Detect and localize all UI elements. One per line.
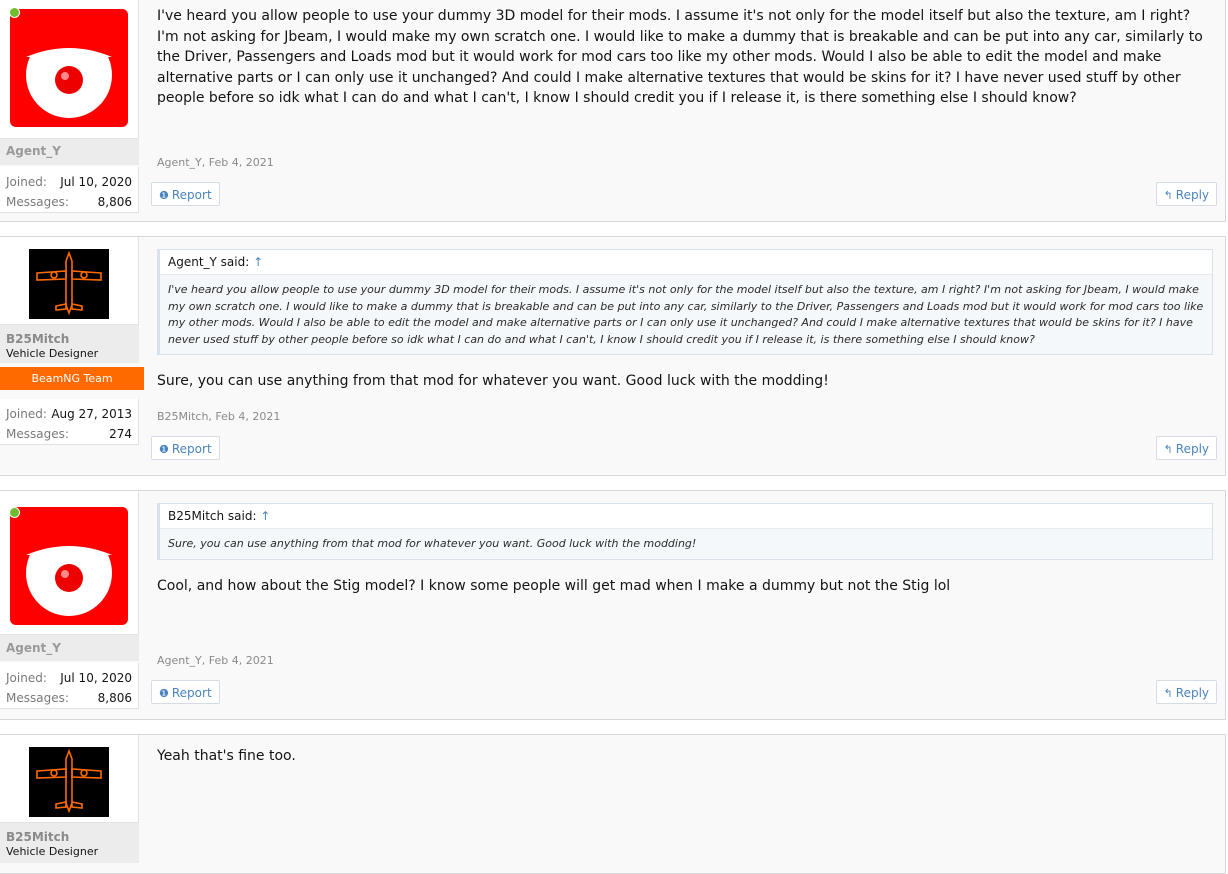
post: B25Mitch Vehicle Designer BeamNG Team Jo… [0, 236, 1226, 476]
reply-label: Reply [1175, 686, 1209, 700]
reply-button[interactable]: ↰ Reply [1155, 182, 1217, 206]
avatar-image [29, 249, 109, 319]
reply-label: Reply [1175, 442, 1209, 456]
messages-label: Messages: [6, 427, 69, 441]
message-content: I've heard you allow people to use your … [157, 0, 1213, 109]
message-content: Yeah that's fine too. [157, 735, 1213, 767]
report-label: Report [171, 686, 212, 700]
post: Agent_Y Joined: Jul 10, 2020 Messages: 8,8… [0, 490, 1226, 720]
quote-text: Sure, you can use anything from that mod… [160, 529, 1212, 559]
joined-label: Joined: [6, 671, 47, 685]
avatar[interactable] [0, 491, 139, 635]
avatar-image [29, 747, 109, 817]
message-user-info: B25Mitch Vehicle Designer [0, 735, 139, 873]
user-title: Vehicle Designer [6, 845, 99, 858]
reply-button[interactable]: ↰ Reply [1155, 680, 1217, 704]
reply-label: Reply [1175, 188, 1209, 202]
user-title: Vehicle Designer [6, 347, 99, 360]
messages-label: Messages: [6, 691, 69, 705]
reply-arrow-icon: ↰ [1163, 189, 1173, 202]
online-status-icon [9, 7, 20, 18]
message-user-info: B25Mitch Vehicle Designer BeamNG Team Jo… [0, 237, 144, 475]
message-content: B25Mitch said: ↑ Sure, you can use anyth… [157, 491, 1213, 596]
reply-arrow-icon: ↰ [1163, 443, 1173, 456]
joined-label: Joined: [6, 407, 47, 421]
message-user-info: Agent_Y Joined: Jul 10, 2020 Messages: 8,8… [0, 0, 139, 221]
messages-label: Messages: [6, 195, 69, 209]
quote-jump-link[interactable]: ↑ [260, 509, 270, 523]
username[interactable]: Agent_Y [6, 641, 139, 655]
joined-label: Joined: [6, 175, 47, 189]
user-stats: Joined: Jul 10, 2020 Messages: 8,806 [0, 663, 139, 709]
reply-arrow-icon: ↰ [1163, 687, 1173, 700]
username-box: Agent_Y [0, 139, 139, 165]
quote-text: I've heard you allow people to use your … [160, 275, 1212, 354]
report-button[interactable]: ❶ Report [151, 182, 220, 206]
avatar[interactable] [0, 0, 139, 139]
message-text: Sure, you can use anything from that mod… [157, 373, 829, 389]
report-label: Report [171, 188, 212, 202]
avatar-image [10, 9, 128, 127]
quote-author: Agent_Y said: [168, 255, 250, 269]
team-badge: BeamNG Team [0, 367, 144, 390]
quote-jump-link[interactable]: ↑ [253, 255, 263, 269]
username[interactable]: Agent_Y [6, 144, 139, 158]
joined-date: Jul 10, 2020 [60, 671, 132, 685]
reply-button[interactable]: ↰ Reply [1155, 436, 1217, 460]
quote-block: B25Mitch said: ↑ Sure, you can use anyth… [157, 503, 1213, 560]
report-button[interactable]: ❶ Report [151, 436, 220, 460]
avatar[interactable] [0, 237, 139, 325]
quote-header: Agent_Y said: ↑ [160, 250, 1212, 275]
user-stats: Joined: Jul 10, 2020 Messages: 8,806 [0, 167, 139, 213]
username-box: Agent_Y [0, 635, 139, 661]
online-status-icon [9, 507, 20, 518]
message-text: I've heard you allow people to use your … [157, 8, 1203, 106]
info-circle-icon: ❶ [159, 189, 169, 202]
info-circle-icon: ❶ [159, 443, 169, 456]
message-meta[interactable]: Agent_Y, Feb 4, 2021 [157, 156, 274, 169]
message-content: Agent_Y said: ↑ I've heard you allow peo… [157, 237, 1213, 392]
username[interactable]: B25Mitch [6, 332, 139, 346]
avatar-image [10, 507, 128, 625]
message-meta[interactable]: Agent_Y, Feb 4, 2021 [157, 654, 274, 667]
joined-date: Aug 27, 2013 [51, 407, 132, 421]
message-text: Yeah that's fine too. [157, 748, 296, 764]
user-stats: Joined: Aug 27, 2013 Messages: 274 [0, 399, 139, 445]
messages-count[interactable]: 274 [109, 424, 132, 444]
report-label: Report [171, 442, 212, 456]
messages-count[interactable]: 8,806 [98, 192, 132, 212]
username[interactable]: B25Mitch [6, 830, 139, 844]
post: B25Mitch Vehicle Designer Yeah that's fi… [0, 734, 1226, 874]
joined-date: Jul 10, 2020 [60, 175, 132, 189]
quote-author: B25Mitch said: [168, 509, 257, 523]
post: Agent_Y Joined: Jul 10, 2020 Messages: 8,8… [0, 0, 1226, 222]
messages-count[interactable]: 8,806 [98, 688, 132, 708]
quote-block: Agent_Y said: ↑ I've heard you allow peo… [157, 249, 1213, 355]
info-circle-icon: ❶ [159, 687, 169, 700]
message-user-info: Agent_Y Joined: Jul 10, 2020 Messages: 8,8… [0, 491, 139, 719]
username-box: B25Mitch Vehicle Designer [0, 325, 139, 363]
avatar[interactable] [0, 735, 139, 823]
username-box: B25Mitch Vehicle Designer [0, 823, 139, 863]
report-button[interactable]: ❶ Report [151, 680, 220, 704]
quote-header: B25Mitch said: ↑ [160, 504, 1212, 529]
message-meta[interactable]: B25Mitch, Feb 4, 2021 [157, 410, 280, 423]
message-text: Cool, and how about the Stig model? I kn… [157, 577, 951, 594]
